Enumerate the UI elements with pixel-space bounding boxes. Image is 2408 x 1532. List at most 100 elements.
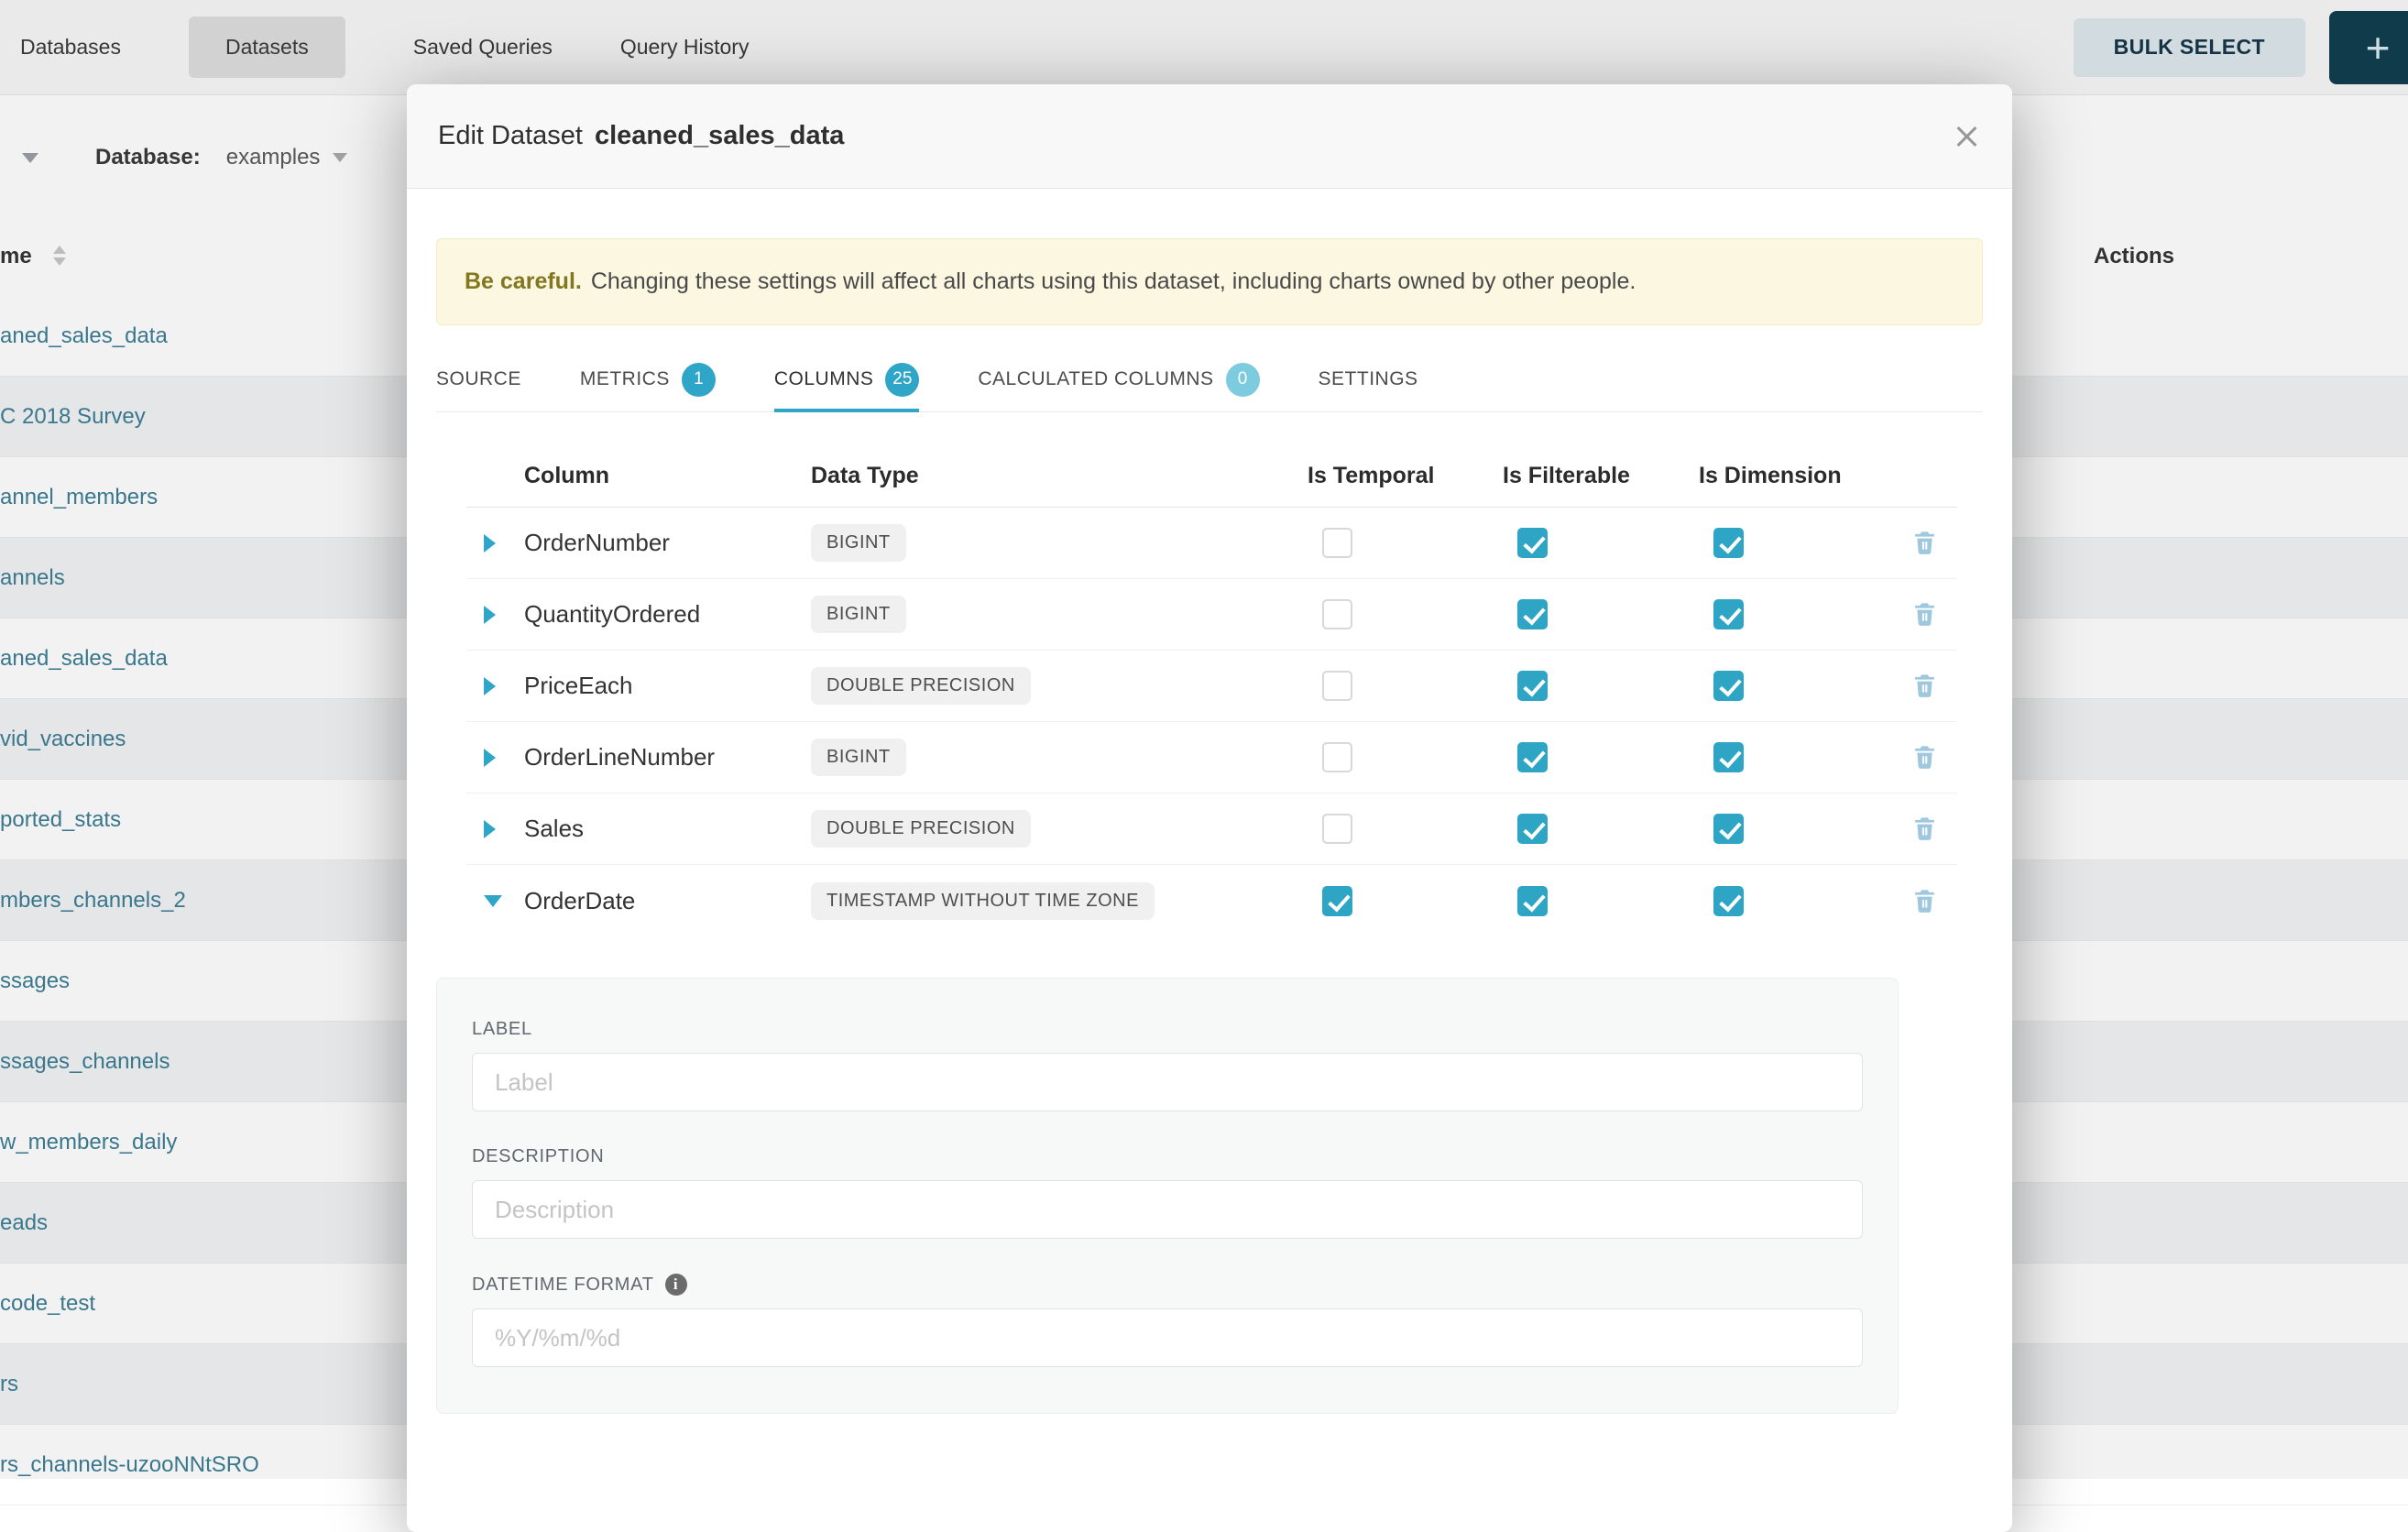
data-type-cell: TIMESTAMP WITHOUT TIME ZONE bbox=[811, 882, 1308, 920]
is-dimension-checkbox[interactable] bbox=[1713, 671, 1744, 701]
is-dimension-checkbox[interactable] bbox=[1713, 886, 1744, 916]
is-dimension-checkbox[interactable] bbox=[1713, 528, 1744, 558]
column-row: OrderDateTIMESTAMP WITHOUT TIME ZONE bbox=[466, 865, 1957, 936]
column-detail-panel: LABEL DESCRIPTION DATETIME FORMAT bbox=[436, 978, 1899, 1414]
is-filterable-checkbox-cell bbox=[1503, 742, 1699, 772]
expand-toggle[interactable] bbox=[484, 820, 524, 838]
delete-cell bbox=[1892, 815, 1957, 843]
column-name: OrderNumber bbox=[524, 529, 811, 557]
data-type-cell: DOUBLE PRECISION bbox=[811, 667, 1308, 705]
tab-columns[interactable]: COLUMNS25 bbox=[774, 350, 920, 412]
is-dimension-checkbox-cell bbox=[1699, 599, 1892, 629]
is-dimension-checkbox[interactable] bbox=[1713, 599, 1744, 629]
delete-icon[interactable] bbox=[1910, 529, 1939, 557]
columns-table-body: OrderNumberBIGINTQuantityOrderedBIGINTPr… bbox=[466, 508, 1957, 936]
column-name: OrderDate bbox=[524, 887, 811, 915]
column-name: PriceEach bbox=[524, 672, 811, 700]
is-dimension-checkbox[interactable] bbox=[1713, 742, 1744, 772]
label-input[interactable] bbox=[472, 1053, 1863, 1111]
expand-toggle[interactable] bbox=[484, 677, 524, 695]
data-type-pill: BIGINT bbox=[811, 739, 906, 776]
is-temporal-checkbox[interactable] bbox=[1322, 671, 1352, 701]
delete-icon[interactable] bbox=[1910, 887, 1939, 915]
delete-cell bbox=[1892, 743, 1957, 771]
is-filterable-checkbox[interactable] bbox=[1517, 886, 1548, 916]
column-row: PriceEachDOUBLE PRECISION bbox=[466, 651, 1957, 722]
tab-count-badge: 0 bbox=[1226, 363, 1260, 397]
tab-metrics[interactable]: METRICS 1 bbox=[580, 350, 716, 412]
is-filterable-checkbox-cell bbox=[1503, 528, 1699, 558]
delete-icon[interactable] bbox=[1910, 672, 1939, 700]
expand-toggle[interactable] bbox=[484, 606, 524, 624]
is-dimension-checkbox-cell bbox=[1699, 742, 1892, 772]
tab-calculated-columns[interactable]: CALCULATED COLUMNS 0 bbox=[978, 350, 1259, 412]
delete-cell bbox=[1892, 672, 1957, 700]
is-dimension-checkbox-cell bbox=[1699, 528, 1892, 558]
modal-body: Be careful. Changing these settings will… bbox=[407, 238, 2012, 1414]
is-temporal-checkbox-cell bbox=[1308, 742, 1503, 772]
data-type-pill: TIMESTAMP WITHOUT TIME ZONE bbox=[811, 882, 1155, 920]
is-filterable-checkbox[interactable] bbox=[1517, 814, 1548, 844]
tab-count-badge: 1 bbox=[682, 363, 716, 397]
description-input[interactable] bbox=[472, 1180, 1863, 1239]
info-icon[interactable] bbox=[665, 1274, 687, 1296]
column-row: SalesDOUBLE PRECISION bbox=[466, 793, 1957, 865]
close-icon[interactable] bbox=[1952, 122, 1981, 151]
caret-right-icon bbox=[484, 534, 496, 553]
datetime-format-input[interactable] bbox=[472, 1308, 1863, 1367]
header-data-type: Data Type bbox=[811, 463, 1308, 489]
is-filterable-checkbox[interactable] bbox=[1517, 671, 1548, 701]
is-filterable-checkbox[interactable] bbox=[1517, 599, 1548, 629]
modal-title: Edit Dataset cleaned_sales_data bbox=[438, 121, 844, 151]
label-field: LABEL bbox=[472, 1019, 1863, 1111]
is-temporal-checkbox-cell bbox=[1308, 528, 1503, 558]
is-temporal-checkbox[interactable] bbox=[1322, 886, 1352, 916]
datetime-format-field: DATETIME FORMAT bbox=[472, 1274, 1863, 1367]
is-filterable-checkbox-cell bbox=[1503, 671, 1699, 701]
delete-cell bbox=[1892, 887, 1957, 915]
data-type-cell: BIGINT bbox=[811, 596, 1308, 633]
data-type-cell: DOUBLE PRECISION bbox=[811, 810, 1308, 848]
is-dimension-checkbox-cell bbox=[1699, 886, 1892, 916]
delete-icon[interactable] bbox=[1910, 600, 1939, 629]
datetime-format-field-label: DATETIME FORMAT bbox=[472, 1274, 1863, 1296]
datetime-format-label-text: DATETIME FORMAT bbox=[472, 1275, 654, 1296]
header-is-temporal: Is Temporal bbox=[1308, 463, 1503, 489]
tab-label: CALCULATED COLUMNS bbox=[978, 368, 1213, 390]
tab-source[interactable]: SOURCE bbox=[436, 350, 521, 412]
header-is-filterable: Is Filterable bbox=[1503, 463, 1699, 489]
data-type-pill: DOUBLE PRECISION bbox=[811, 667, 1031, 705]
is-filterable-checkbox-cell bbox=[1503, 886, 1699, 916]
header-column: Column bbox=[524, 463, 811, 489]
caret-down-icon bbox=[484, 895, 502, 907]
data-type-cell: BIGINT bbox=[811, 739, 1308, 776]
delete-icon[interactable] bbox=[1910, 815, 1939, 843]
caret-right-icon bbox=[484, 749, 496, 767]
is-temporal-checkbox[interactable] bbox=[1322, 742, 1352, 772]
expand-toggle[interactable] bbox=[484, 534, 524, 553]
is-temporal-checkbox[interactable] bbox=[1322, 528, 1352, 558]
delete-icon[interactable] bbox=[1910, 743, 1939, 771]
caret-right-icon bbox=[484, 606, 496, 624]
tab-label: SETTINGS bbox=[1319, 368, 1418, 390]
columns-table-header: Column Data Type Is Temporal Is Filterab… bbox=[466, 445, 1957, 508]
is-temporal-checkbox-cell bbox=[1308, 886, 1503, 916]
delete-cell bbox=[1892, 529, 1957, 557]
expand-toggle[interactable] bbox=[484, 895, 524, 907]
is-dimension-checkbox[interactable] bbox=[1713, 814, 1744, 844]
data-type-pill: DOUBLE PRECISION bbox=[811, 810, 1031, 848]
is-filterable-checkbox[interactable] bbox=[1517, 528, 1548, 558]
tab-label: METRICS bbox=[580, 368, 670, 390]
is-filterable-checkbox[interactable] bbox=[1517, 742, 1548, 772]
modal-tabs: SOURCE METRICS 1 COLUMNS25 CALCULATED COLUMN… bbox=[436, 350, 1983, 412]
is-filterable-checkbox-cell bbox=[1503, 599, 1699, 629]
warning-banner: Be careful. Changing these settings will… bbox=[436, 238, 1983, 325]
is-temporal-checkbox[interactable] bbox=[1322, 599, 1352, 629]
expand-toggle[interactable] bbox=[484, 749, 524, 767]
is-temporal-checkbox-cell bbox=[1308, 599, 1503, 629]
description-field-label: DESCRIPTION bbox=[472, 1146, 1863, 1167]
tab-settings[interactable]: SETTINGS bbox=[1319, 350, 1418, 412]
column-row: QuantityOrderedBIGINT bbox=[466, 579, 1957, 651]
is-temporal-checkbox[interactable] bbox=[1322, 814, 1352, 844]
caret-right-icon bbox=[484, 677, 496, 695]
